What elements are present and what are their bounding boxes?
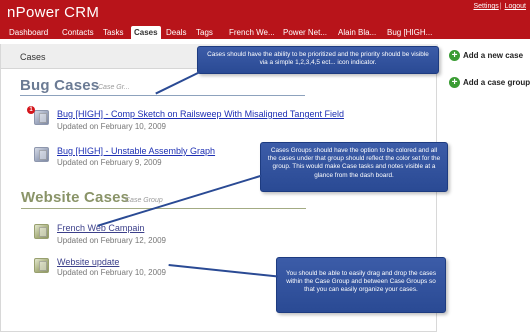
group-title-website-cases[interactable]: Website Cases <box>21 189 129 206</box>
group-divider <box>21 208 306 209</box>
tab-power-net[interactable]: Power Net... <box>283 26 327 39</box>
add-case-button[interactable]: + Add a new case <box>449 49 530 63</box>
case-updated-date: Updated on February 12, 2009 <box>57 236 166 245</box>
case-link[interactable]: Bug [HIGH] - Unstable Assembly Graph <box>57 146 215 156</box>
tab-tags[interactable]: Tags <box>196 26 213 39</box>
logout-link[interactable]: Logout <box>505 3 526 10</box>
case-link[interactable]: Website update <box>57 257 119 267</box>
app-header: nPower CRM Settings| Logout Dashboard Con… <box>0 0 530 39</box>
annotation-callout-group-colors: Cases Groups should have the option to b… <box>260 142 448 192</box>
group-subtitle: Case Group <box>125 197 163 204</box>
case-icon[interactable] <box>34 258 49 273</box>
tab-cases[interactable]: Cases <box>131 26 161 39</box>
case-icon[interactable] <box>34 147 49 162</box>
panel-title: Cases <box>20 52 46 62</box>
case-link[interactable]: Bug [HIGH] - Comp Sketch on Railsweep Wi… <box>57 109 344 119</box>
annotation-callout-priority: Cases should have the ability to be prio… <box>197 46 439 74</box>
plus-icon: + <box>449 50 460 61</box>
tab-dashboard[interactable]: Dashboard <box>9 26 48 39</box>
tab-tasks[interactable]: Tasks <box>103 26 123 39</box>
tab-french-web[interactable]: French We... <box>229 26 275 39</box>
add-case-label: Add a new case <box>463 51 524 60</box>
add-case-group-label: Add a case group <box>463 78 530 87</box>
priority-badge: 1 <box>27 106 35 114</box>
group-title-bug-cases[interactable]: Bug Cases <box>20 77 99 94</box>
plus-icon: + <box>449 77 460 88</box>
case-icon[interactable] <box>34 110 49 125</box>
case-updated-date: Updated on February 9, 2009 <box>57 158 162 167</box>
settings-link[interactable]: Settings <box>473 3 498 10</box>
case-icon[interactable] <box>34 224 49 239</box>
top-links: Settings| Logout <box>473 3 526 10</box>
group-subtitle: Case Gr... <box>98 84 130 91</box>
case-updated-date: Updated on February 10, 2009 <box>57 122 166 131</box>
app-title: nPower CRM <box>7 4 100 21</box>
annotation-callout-drag-drop: You should be able to easily drag and dr… <box>276 257 446 313</box>
add-case-group-button[interactable]: + Add a case group <box>449 76 530 90</box>
main-nav: Dashboard Contacts Tasks Cases Deals Tag… <box>0 26 530 39</box>
tab-bug-high[interactable]: Bug [HIGH... <box>387 26 432 39</box>
case-updated-date: Updated on February 10, 2009 <box>57 268 166 277</box>
group-divider <box>20 95 305 96</box>
tab-contacts[interactable]: Contacts <box>62 26 94 39</box>
tab-deals[interactable]: Deals <box>166 26 186 39</box>
tab-alain-bla[interactable]: Alain Bla... <box>338 26 376 39</box>
